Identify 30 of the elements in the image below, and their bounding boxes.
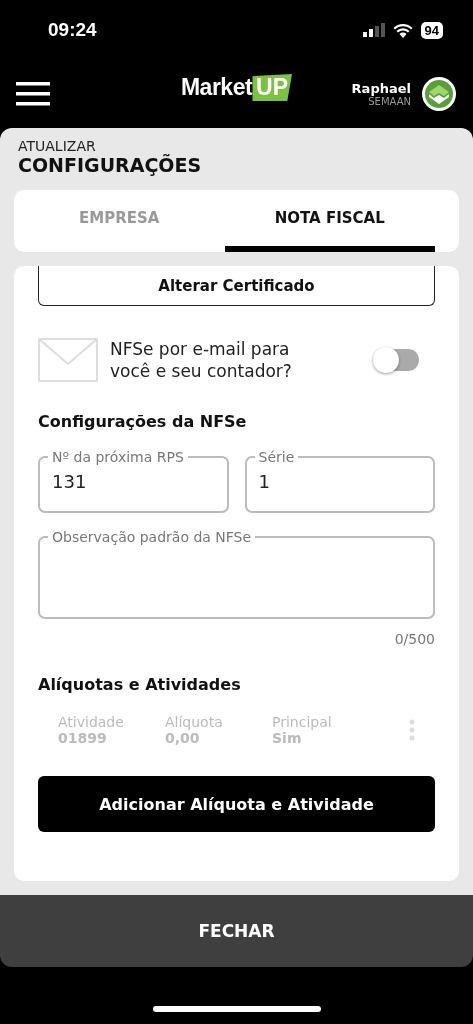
- email-toggle[interactable]: [375, 349, 419, 372]
- avatar-icon[interactable]: [421, 76, 457, 112]
- column-label: Atividade: [58, 714, 125, 731]
- clock: 09:24: [48, 19, 97, 41]
- add-rate-button[interactable]: Adicionar Alíquota e Atividade: [38, 776, 435, 833]
- table-cell-text: 01899: [58, 730, 108, 747]
- table-cell-text: 0,00: [165, 730, 201, 747]
- column-label: Principal: [272, 714, 333, 731]
- section-heading: Configurações da NFSe: [38, 412, 248, 432]
- envelope-icon: [38, 338, 98, 383]
- signal-icon: [362, 23, 385, 37]
- input-field[interactable]: Nº da próxima RPS 131: [38, 449, 229, 514]
- user-first-name: Raphael: [351, 81, 411, 96]
- logo: Market UP: [180, 74, 293, 101]
- table-cell-text: Sim: [272, 730, 303, 747]
- column-label: Alíquota: [165, 714, 224, 731]
- notes-field[interactable]: Observação padrão da NFSe: [38, 529, 435, 620]
- close-button[interactable]: FECHAR: [0, 895, 473, 967]
- section-heading: Alíquotas e Atividades: [38, 675, 242, 695]
- menu-icon[interactable]: [16, 82, 50, 106]
- tab[interactable]: NOTA FISCAL: [224, 190, 435, 252]
- battery-level: 94: [420, 21, 443, 39]
- user-last-name: SEMAAN: [368, 96, 411, 107]
- page-subtitle: ATUALIZAR: [18, 138, 97, 154]
- email-option-label: NFSe por e-mail para você e seu contador?: [110, 338, 293, 383]
- character-counter: 0/500: [394, 631, 435, 648]
- wifi-icon: [392, 22, 413, 38]
- change-certificate-button[interactable]: Alterar Certificado: [38, 266, 435, 306]
- page-title: CONFIGURAÇÕES: [18, 154, 203, 176]
- input-field[interactable]: Série 1: [244, 449, 435, 514]
